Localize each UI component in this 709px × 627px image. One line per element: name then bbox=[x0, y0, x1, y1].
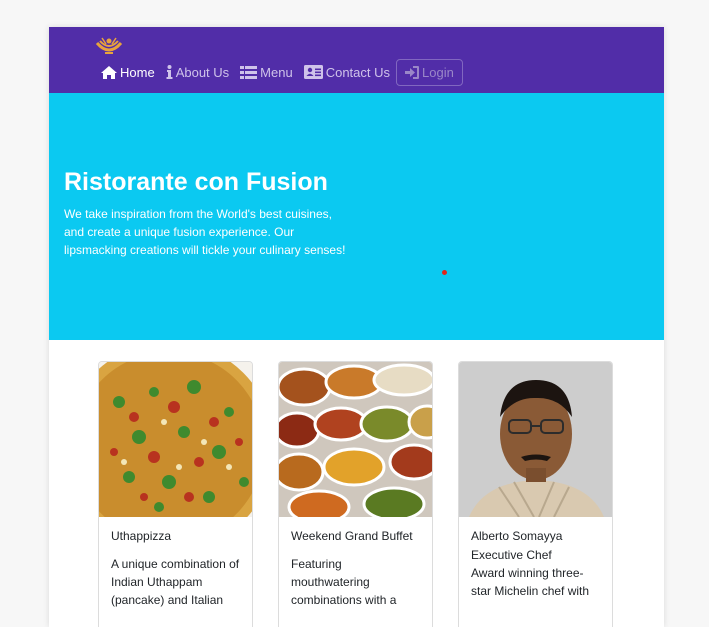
uthappizza-image bbox=[99, 362, 252, 517]
card-text: Award winning three-star Michelin chef w… bbox=[471, 566, 590, 598]
nav-item-label: About Us bbox=[175, 64, 230, 80]
card-body: Weekend Grand Buffet Featuring mouthwate… bbox=[291, 527, 421, 609]
card-text: A unique combination of Indian Uthappam … bbox=[111, 557, 240, 607]
card-title: Alberto Somayya bbox=[471, 529, 563, 543]
sign-in-icon bbox=[405, 65, 420, 79]
buffet-image bbox=[279, 362, 432, 517]
card-title: Uthappizza bbox=[111, 529, 172, 543]
nav-item-label: Home bbox=[120, 64, 155, 80]
address-card-icon bbox=[303, 65, 323, 79]
dish-card[interactable]: Uthappizza A unique combination of India… bbox=[98, 361, 253, 627]
login-label: Login bbox=[422, 64, 454, 80]
nav-item-home[interactable]: Home bbox=[101, 58, 155, 86]
navbar: Home About Us Menu Contact Us Login bbox=[49, 27, 664, 93]
hero-description: We take inspiration from the World's bes… bbox=[64, 207, 346, 257]
nav-item-about[interactable]: About Us bbox=[166, 58, 229, 86]
card-text: Featuring mouthwatering combinations wit… bbox=[291, 557, 397, 607]
card-body: Uthappizza A unique combination of India… bbox=[111, 527, 241, 609]
red-dot-marker bbox=[442, 270, 447, 275]
info-icon bbox=[166, 65, 173, 79]
home-icon bbox=[101, 65, 117, 79]
chef-photo bbox=[459, 362, 612, 517]
nav-item-menu[interactable]: Menu bbox=[240, 58, 293, 86]
dish-card[interactable]: Weekend Grand Buffet Featuring mouthwate… bbox=[278, 361, 433, 627]
nav-links: Home About Us Menu Contact Us Login bbox=[101, 58, 463, 86]
nav-item-contact[interactable]: Contact Us bbox=[303, 58, 391, 86]
hero-jumbotron: Ristorante con Fusion We take inspiratio… bbox=[49, 93, 664, 340]
restaurant-logo[interactable] bbox=[94, 35, 124, 57]
chef-card[interactable]: Alberto Somayya Executive Chef Award win… bbox=[458, 361, 613, 627]
card-title: Weekend Grand Buffet bbox=[291, 529, 413, 543]
hero-title: Ristorante con Fusion bbox=[64, 168, 328, 196]
login-button[interactable]: Login bbox=[396, 58, 463, 86]
nav-item-label: Contact Us bbox=[325, 64, 391, 80]
page-container: Home About Us Menu Contact Us Login Rist… bbox=[49, 27, 664, 627]
nav-item-label: Menu bbox=[260, 64, 293, 80]
card-body: Alberto Somayya Executive Chef Award win… bbox=[471, 527, 601, 600]
card-subtitle: Executive Chef bbox=[471, 548, 552, 562]
list-icon bbox=[240, 65, 258, 79]
